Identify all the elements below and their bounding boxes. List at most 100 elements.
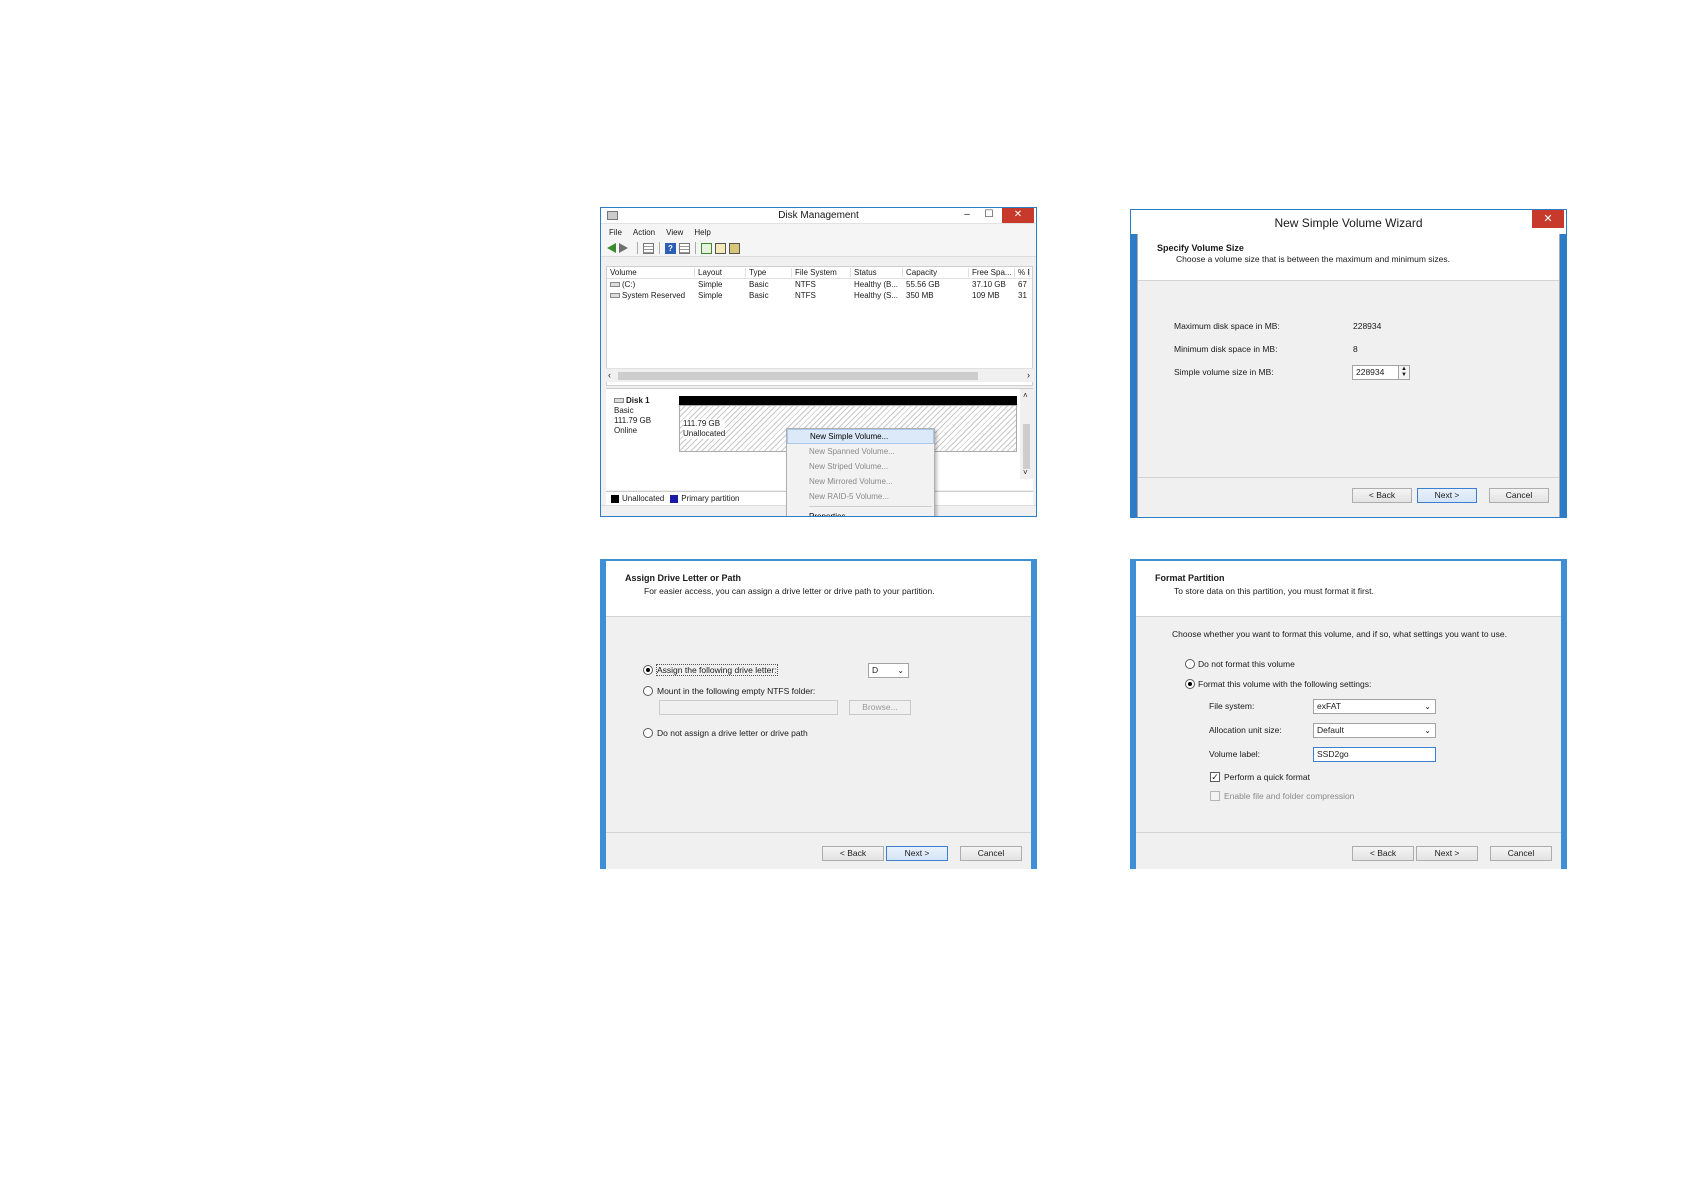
scroll-left-icon[interactable]: ‹	[608, 370, 611, 380]
wizard-subheading: To store data on this partition, you mus…	[1174, 586, 1374, 596]
table-cell: 31	[1018, 291, 1027, 300]
vertical-scrollbar[interactable]: ˄ ˅	[1020, 389, 1033, 479]
no-format-label[interactable]: Do not format this volume	[1198, 659, 1295, 669]
menu-item-new-mirrored-volume[interactable]: New Mirrored Volume...	[787, 474, 934, 489]
drive-letter-select[interactable]: D ⌄	[868, 663, 909, 678]
next-button[interactable]: Next >	[886, 846, 948, 861]
wizard-subheading: Choose a volume size that is between the…	[1176, 254, 1451, 264]
close-button[interactable]: ✕	[1002, 208, 1034, 223]
max-space-value: 228934	[1353, 321, 1382, 331]
table-cell: 37.10 GB	[972, 280, 1006, 289]
volume-size-input[interactable]: 228934	[1352, 365, 1399, 380]
column-header[interactable]: Layout	[695, 268, 746, 277]
volume-size-spinner[interactable]: ▲ ▼	[1398, 365, 1410, 380]
disk-icon	[614, 398, 624, 404]
table-row[interactable]: (C:) Simple Basic NTFS Healthy (B... 55.…	[607, 279, 1032, 290]
column-header[interactable]: File System	[792, 268, 851, 277]
format-label[interactable]: Format this volume with the following se…	[1198, 679, 1371, 689]
quick-format-label[interactable]: Perform a quick format	[1224, 772, 1310, 782]
cancel-button[interactable]: Cancel	[1490, 846, 1552, 861]
details-view-icon[interactable]	[679, 242, 690, 254]
disk-info[interactable]: Disk 1 Basic 111.79 GB Online	[614, 396, 651, 436]
column-header[interactable]: Volume	[607, 268, 695, 277]
mount-folder-radio[interactable]	[643, 686, 653, 696]
back-arrow-icon[interactable]	[607, 243, 616, 253]
disk-icon[interactable]	[729, 242, 740, 254]
chevron-down-icon: ⌄	[1424, 726, 1431, 735]
help-icon[interactable]: ?	[665, 242, 676, 254]
back-button[interactable]: < Back	[1352, 846, 1414, 861]
column-header[interactable]: % F	[1015, 268, 1030, 277]
toolbar-separator	[637, 242, 638, 254]
menu-item-new-raid5-volume[interactable]: New RAID-5 Volume...	[787, 489, 934, 504]
menu-item-new-striped-volume[interactable]: New Striped Volume...	[787, 459, 934, 474]
volume-name: System Reserved	[622, 291, 686, 300]
compression-checkbox[interactable]	[1210, 791, 1220, 801]
disk-status: Online	[614, 426, 638, 435]
menu-help[interactable]: Help	[694, 228, 710, 237]
list-view-icon[interactable]	[643, 242, 654, 254]
properties-icon[interactable]	[715, 242, 726, 254]
wizard-header: Specify Volume Size Choose a volume size…	[1138, 234, 1559, 281]
title-bar: New Simple Volume Wizard ✕	[1131, 210, 1566, 234]
toolbar-separator	[659, 242, 660, 254]
mount-folder-label[interactable]: Mount in the following empty NTFS folder…	[657, 686, 815, 696]
table-cell: 55.56 GB	[906, 280, 940, 289]
menu-item-properties[interactable]: Properties	[787, 509, 934, 516]
back-button[interactable]: < Back	[822, 846, 884, 861]
browse-button[interactable]: Browse...	[849, 700, 911, 715]
close-button[interactable]: ✕	[1532, 210, 1564, 228]
table-cell: 67	[1018, 280, 1027, 289]
next-button[interactable]: Next >	[1417, 488, 1477, 503]
menu-file[interactable]: File	[609, 228, 622, 237]
volume-label-input[interactable]: SSD2go	[1313, 747, 1436, 762]
scrollbar-thumb[interactable]	[1023, 424, 1030, 469]
maximize-button[interactable]: ☐	[978, 208, 1000, 223]
scroll-down-icon[interactable]: ˅	[1023, 468, 1028, 477]
scroll-right-icon[interactable]: ›	[1027, 370, 1030, 380]
scrollbar-thumb[interactable]	[618, 372, 978, 380]
column-header[interactable]: Free Spa...	[969, 268, 1015, 277]
volume-size-label: Simple volume size in MB:	[1174, 367, 1274, 377]
cancel-button[interactable]: Cancel	[960, 846, 1022, 861]
mount-folder-path-input[interactable]	[659, 700, 838, 715]
no-format-radio[interactable]	[1185, 659, 1195, 669]
toolbar-separator	[695, 242, 696, 254]
next-button[interactable]: Next >	[1416, 846, 1478, 861]
menu-item-new-spanned-volume[interactable]: New Spanned Volume...	[787, 444, 934, 459]
menu-item-new-simple-volume[interactable]: New Simple Volume...	[787, 429, 934, 444]
drive-icon	[610, 293, 620, 299]
horizontal-scrollbar[interactable]: ‹ ›	[606, 368, 1033, 382]
format-radio[interactable]	[1185, 679, 1195, 689]
no-letter-radio[interactable]	[643, 728, 653, 738]
rescan-icon[interactable]	[701, 242, 712, 254]
column-header[interactable]: Type	[746, 268, 792, 277]
assign-letter-label[interactable]: Assign the following drive letter:	[656, 664, 778, 676]
wizard-heading: Specify Volume Size	[1157, 243, 1244, 253]
wizard-header: Assign Drive Letter or Path For easier a…	[606, 561, 1031, 617]
scroll-up-icon[interactable]: ˄	[1023, 391, 1028, 400]
table-cell: System Reserved	[607, 291, 695, 300]
forward-arrow-icon[interactable]	[619, 243, 628, 253]
chevron-down-icon: ⌄	[897, 666, 904, 675]
compression-label[interactable]: Enable file and folder compression	[1224, 791, 1354, 801]
assign-letter-radio[interactable]	[643, 665, 653, 675]
back-button[interactable]: < Back	[1352, 488, 1412, 503]
table-cell: Healthy (S...	[854, 291, 899, 300]
min-space-value: 8	[1353, 344, 1358, 354]
menu-action[interactable]: Action	[633, 228, 655, 237]
quick-format-checkbox[interactable]: ✓	[1210, 772, 1220, 782]
minimize-button[interactable]: –	[956, 208, 978, 223]
column-header[interactable]: Status	[851, 268, 903, 277]
format-instructions: Choose whether you want to format this v…	[1172, 629, 1507, 639]
menu-view[interactable]: View	[666, 228, 683, 237]
drive-icon	[610, 282, 620, 288]
table-cell: Simple	[698, 291, 723, 300]
file-system-select[interactable]: exFAT ⌄	[1313, 699, 1436, 714]
table-row[interactable]: System Reserved Simple Basic NTFS Health…	[607, 290, 1032, 301]
column-header[interactable]: Capacity	[903, 268, 969, 277]
table-cell: NTFS	[795, 291, 816, 300]
no-letter-label[interactable]: Do not assign a drive letter or drive pa…	[657, 728, 808, 738]
cancel-button[interactable]: Cancel	[1489, 488, 1549, 503]
allocation-unit-select[interactable]: Default ⌄	[1313, 723, 1436, 738]
